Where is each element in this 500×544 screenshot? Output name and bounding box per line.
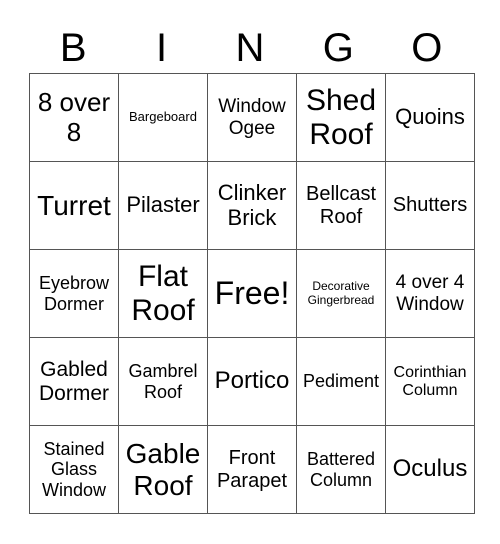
bingo-cell[interactable]: Clinker Brick <box>207 161 297 250</box>
bingo-cell[interactable]: Pilaster <box>118 161 208 250</box>
bingo-cell[interactable]: 8 over 8 <box>29 73 119 162</box>
bingo-cell[interactable]: Shutters <box>385 161 475 250</box>
bingo-cell[interactable]: Portico <box>207 337 297 426</box>
bingo-card-grid: 8 over 8 Bargeboard Window Ogee Shed Roof Qu… <box>29 73 475 514</box>
header-letter-n: N <box>235 26 265 70</box>
bingo-cell[interactable]: Eyebrow Dormer <box>29 249 119 338</box>
bingo-cell[interactable]: Quoins <box>385 73 475 162</box>
bingo-row: Eyebrow Dormer Flat Roof Free! Decorative G… <box>29 249 475 338</box>
bingo-cell[interactable]: Flat Roof <box>118 249 208 338</box>
bingo-cell[interactable]: Bargeboard <box>118 73 208 162</box>
bingo-cell[interactable]: Shed Roof <box>296 73 386 162</box>
bingo-row: Gabled Dormer Gambrel Roof Portico Pediment… <box>29 337 475 426</box>
bingo-cell[interactable]: Front Parapet <box>207 425 297 514</box>
bingo-header: B I N G O <box>29 24 471 72</box>
header-letter-o: O <box>411 26 443 70</box>
header-letter-b: B <box>59 26 87 70</box>
bingo-cell[interactable]: Window Ogee <box>207 73 297 162</box>
bingo-cell[interactable]: 4 over 4 Window <box>385 249 475 338</box>
header-letter-g: G <box>322 26 354 70</box>
bingo-cell[interactable]: Gambrel Roof <box>118 337 208 426</box>
bingo-cell[interactable]: Bellcast Roof <box>296 161 386 250</box>
bingo-cell[interactable]: Battered Column <box>296 425 386 514</box>
bingo-cell[interactable]: Free! <box>207 249 297 338</box>
bingo-cell[interactable]: Stained Glass Window <box>29 425 119 514</box>
bingo-row: Stained Glass Window Gable Roof Front Para… <box>29 425 475 514</box>
header-letter-i: I <box>156 26 168 70</box>
bingo-cell[interactable]: Oculus <box>385 425 475 514</box>
bingo-row: 8 over 8 Bargeboard Window Ogee Shed Roof Qu… <box>29 73 475 162</box>
bingo-cell[interactable]: Gabled Dormer <box>29 337 119 426</box>
bingo-cell[interactable]: Pediment <box>296 337 386 426</box>
bingo-cell[interactable]: Decorative Gingerbread <box>296 249 386 338</box>
bingo-cell[interactable]: Corinthian Column <box>385 337 475 426</box>
bingo-cell[interactable]: Gable Roof <box>118 425 208 514</box>
bingo-cell[interactable]: Turret <box>29 161 119 250</box>
bingo-row: Turret Pilaster Clinker Brick Bellcast Roof… <box>29 161 475 250</box>
